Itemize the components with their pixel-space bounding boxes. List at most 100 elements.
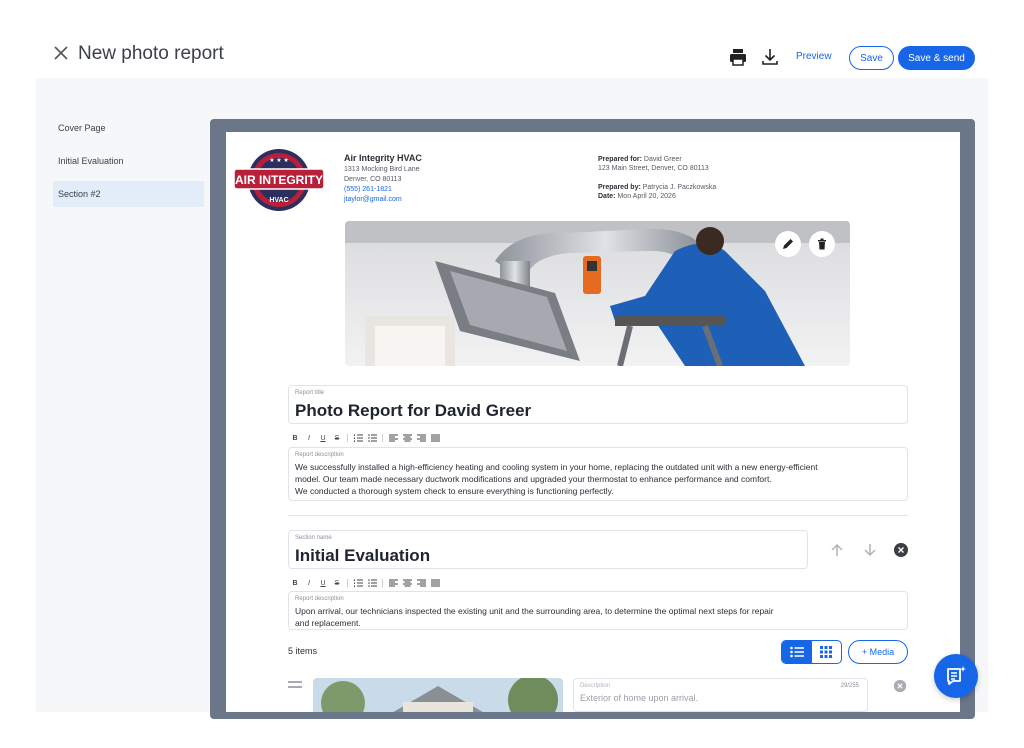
- sidebar-item-section-2[interactable]: Section #2: [53, 181, 204, 207]
- align-left-icon[interactable]: [386, 578, 400, 588]
- report-page: AIR INTEGRITY HVAC ★ ★ ★ Air Integrity H…: [226, 132, 960, 712]
- company-city: Denver, CO 80113: [344, 176, 402, 183]
- grid-view-button[interactable]: [812, 641, 842, 663]
- section-name-field[interactable]: Section name Initial Evaluation: [288, 530, 808, 569]
- bold-button[interactable]: B: [288, 578, 302, 588]
- save-button[interactable]: Save: [849, 46, 894, 70]
- italic-button[interactable]: I: [302, 578, 316, 588]
- toolbar-divider: [382, 434, 383, 442]
- ordered-list-icon[interactable]: [351, 578, 365, 588]
- preview-button[interactable]: Preview: [796, 51, 832, 62]
- toolbar-divider: [347, 434, 348, 442]
- top-bar: New photo report Preview Save Save & sen…: [0, 0, 1024, 78]
- align-justify-icon[interactable]: [428, 578, 442, 588]
- section-description-field[interactable]: Report description Upon arrival, our tec…: [288, 591, 908, 630]
- align-justify-icon[interactable]: [428, 433, 442, 443]
- move-up-icon[interactable]: [829, 542, 845, 558]
- align-right-icon[interactable]: [414, 578, 428, 588]
- description-line: and replacement.: [295, 618, 361, 628]
- section-rich-text-toolbar: B I U S: [288, 578, 442, 588]
- section-description-label: Report description: [295, 596, 344, 602]
- grid-view-icon: [820, 646, 833, 658]
- underline-button[interactable]: U: [316, 578, 330, 588]
- bold-button[interactable]: B: [288, 433, 302, 443]
- item-description-label: Description: [580, 683, 611, 689]
- company-phone[interactable]: (555) 261-1821: [344, 185, 422, 195]
- prepared-for-name: David Greer: [643, 156, 682, 163]
- company-logo: AIR INTEGRITY HVAC ★ ★ ★: [233, 149, 325, 211]
- description-line: We successfully installed a high-efficie…: [295, 462, 818, 472]
- logo-text: AIR INTEGRITY: [235, 173, 323, 187]
- page-title: New photo report: [78, 43, 224, 64]
- item-description-field[interactable]: Description 29/255 Exterior of home upon…: [573, 678, 868, 712]
- view-toggle: [781, 640, 842, 664]
- list-view-icon: [789, 646, 804, 658]
- section-name-label: Section name: [295, 535, 332, 541]
- company-street: 1313 Mocking Bird Lane: [344, 166, 420, 173]
- underline-button[interactable]: U: [316, 433, 330, 443]
- drag-handle-icon[interactable]: [288, 681, 302, 689]
- logo-subtext: HVAC: [269, 197, 288, 204]
- delete-photo-button[interactable]: [809, 231, 835, 257]
- rich-text-toolbar: B I U S: [288, 433, 442, 443]
- report-description-field[interactable]: Report description We successfully insta…: [288, 447, 908, 501]
- edit-photo-button[interactable]: [775, 231, 801, 257]
- add-media-button[interactable]: + Media: [848, 640, 908, 664]
- date-label: Date:: [598, 193, 616, 200]
- strikethrough-button[interactable]: S: [330, 578, 344, 588]
- item-thumbnail[interactable]: [313, 678, 563, 712]
- report-title-field[interactable]: Report title Photo Report for David Gree…: [288, 385, 908, 424]
- list-view-button[interactable]: [782, 641, 812, 663]
- prepared-for-address: 123 Main Street, Denver, CO 80113: [598, 165, 709, 172]
- report-description-input[interactable]: We successfully installed a high-efficie…: [295, 461, 899, 497]
- toolbar-divider: [382, 579, 383, 587]
- section-name-input[interactable]: Initial Evaluation: [295, 546, 430, 566]
- date-value: Mon April 20, 2026: [617, 193, 676, 200]
- description-line: We conducted a thorough system check to …: [295, 486, 614, 496]
- toolbar-divider: [347, 579, 348, 587]
- chat-sparkle-icon: [947, 666, 966, 685]
- character-count: 29/255: [840, 683, 859, 689]
- remove-item-icon[interactable]: [893, 679, 907, 693]
- trash-icon: [818, 238, 826, 250]
- cover-photo[interactable]: [345, 221, 850, 366]
- align-right-icon[interactable]: [414, 433, 428, 443]
- close-icon[interactable]: [52, 44, 70, 62]
- italic-button[interactable]: I: [302, 433, 316, 443]
- house-exterior-photo: [313, 678, 563, 712]
- bullet-list-icon[interactable]: [365, 433, 379, 443]
- move-down-icon[interactable]: [862, 542, 878, 558]
- bullet-list-icon[interactable]: [365, 578, 379, 588]
- report-description-label: Report description: [295, 452, 344, 458]
- align-center-icon[interactable]: [400, 578, 414, 588]
- report-title-input[interactable]: Photo Report for David Greer: [295, 401, 531, 421]
- svg-text:★ ★ ★: ★ ★ ★: [269, 157, 288, 164]
- description-line: model. Our team made necessary ductwork …: [295, 474, 772, 484]
- remove-section-icon[interactable]: [893, 542, 909, 558]
- company-info: Air Integrity HVAC 1313 Mocking Bird Lan…: [344, 153, 422, 205]
- sidebar-item-cover-page[interactable]: Cover Page: [53, 115, 204, 141]
- description-line: Upon arrival, our technicians inspected …: [295, 606, 774, 616]
- feedback-fab[interactable]: [934, 654, 978, 698]
- download-icon[interactable]: [760, 47, 780, 67]
- sidebar-item-initial-evaluation[interactable]: Initial Evaluation: [53, 148, 204, 174]
- ordered-list-icon[interactable]: [351, 433, 365, 443]
- prepared-by-name: Patrycia J. Paczkowska: [642, 184, 717, 191]
- app-root: New photo report Preview Save Save & sen…: [0, 0, 1024, 748]
- company-email[interactable]: jtaylor@gmail.com: [344, 195, 422, 205]
- section-description-input[interactable]: Upon arrival, our technicians inspected …: [295, 605, 899, 629]
- strikethrough-button[interactable]: S: [330, 433, 344, 443]
- align-center-icon[interactable]: [400, 433, 414, 443]
- prepared-by-label: Prepared by:: [598, 184, 641, 191]
- prepared-for-label: Prepared for:: [598, 156, 642, 163]
- item-description-input[interactable]: Exterior of home upon arrival.: [580, 693, 698, 703]
- section-divider: [288, 515, 908, 516]
- pencil-icon: [783, 239, 793, 249]
- report-title-label: Report title: [295, 390, 325, 396]
- prepared-info: Prepared for: David Greer 123 Main Stree…: [598, 155, 716, 201]
- items-count: 5 items: [288, 646, 318, 656]
- save-and-send-button[interactable]: Save & send: [898, 46, 975, 70]
- print-icon[interactable]: [728, 47, 748, 67]
- align-left-icon[interactable]: [386, 433, 400, 443]
- company-name: Air Integrity HVAC: [344, 153, 422, 163]
